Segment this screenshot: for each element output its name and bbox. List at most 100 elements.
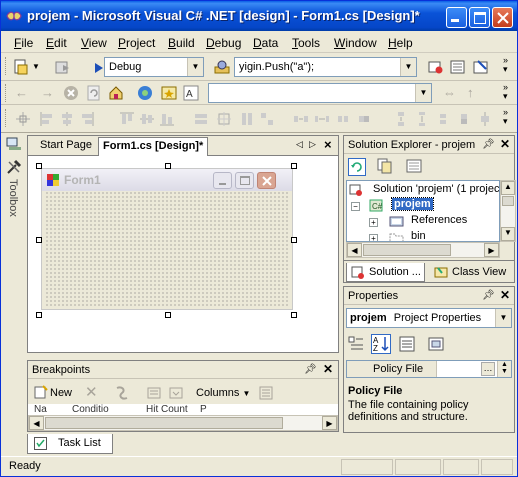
vertical-spacing-icon[interactable] — [393, 111, 409, 127]
scroll-tabs-left-icon[interactable]: ◁ — [296, 139, 303, 150]
horizontal-spacing-icon[interactable] — [293, 111, 309, 127]
chevron-down-icon[interactable]: ▼ — [495, 309, 511, 327]
tab-class-view[interactable]: Class View — [430, 263, 509, 282]
chevron-down-icon[interactable]: ▼ — [32, 62, 40, 71]
toolbar-grip[interactable] — [5, 57, 8, 75]
home-icon[interactable] — [108, 85, 124, 101]
align-middles-icon[interactable] — [139, 111, 155, 127]
object-selector-dropdown[interactable]: projem Project Properties ▼ — [346, 308, 512, 328]
chevron-down-icon[interactable]: ▼ — [415, 84, 431, 102]
toolbox-label[interactable]: Toolbox — [7, 179, 19, 217]
menu-project[interactable]: Project — [118, 36, 155, 50]
tab-form1-design[interactable]: Form1.cs [Design]* — [98, 137, 209, 156]
refresh-icon[interactable] — [348, 158, 366, 176]
scroll-left-icon[interactable]: ◀ — [347, 243, 362, 257]
font-size-icon[interactable]: A — [183, 85, 199, 101]
new-project-icon[interactable] — [13, 59, 29, 75]
scroll-tabs-right-icon[interactable]: ▷ — [309, 139, 316, 150]
new-breakpoint-icon[interactable] — [34, 385, 48, 399]
resize-handle[interactable] — [36, 237, 42, 243]
scroll-thumb[interactable] — [45, 417, 283, 429]
disable-breakpoint-icon[interactable] — [114, 385, 130, 401]
column-header-p[interactable]: P — [200, 404, 207, 415]
server-explorer-icon[interactable] — [6, 137, 22, 151]
breakpoints-title-bar[interactable]: Breakpoints 📌︎ ✕ — [28, 361, 338, 379]
refresh-icon[interactable] — [86, 85, 102, 101]
pin-icon[interactable]: 📌︎ — [482, 139, 495, 150]
menu-build[interactable]: Build — [168, 36, 195, 50]
increase-vertical-spacing-icon[interactable] — [414, 111, 430, 127]
menu-window[interactable]: Window — [334, 36, 377, 50]
decrease-vertical-spacing-icon[interactable] — [435, 111, 451, 127]
toolbox-icon[interactable] — [473, 59, 489, 75]
alphabetical-icon[interactable]: AZ — [371, 334, 391, 354]
resize-handle[interactable] — [291, 163, 297, 169]
scroll-thumb[interactable] — [502, 196, 514, 206]
add-item-icon[interactable] — [55, 59, 71, 75]
properties-title-bar[interactable]: Properties 📌︎ ✕ — [344, 287, 514, 305]
increase-horizontal-spacing-icon[interactable] — [314, 111, 330, 127]
toolbox-icon[interactable] — [6, 159, 22, 175]
toolbar-grip[interactable] — [5, 84, 8, 102]
title-bar[interactable]: projem - Microsoft Visual C# .NET [desig… — [1, 1, 517, 31]
maximize-button[interactable] — [469, 7, 490, 28]
align-rights-icon[interactable] — [79, 111, 95, 127]
scroll-thumb[interactable] — [363, 244, 451, 256]
breakpoint-properties-icon[interactable] — [258, 385, 274, 401]
goto-disassembly-icon[interactable] — [168, 385, 184, 401]
resize-handle[interactable] — [291, 312, 297, 318]
expand-icon[interactable]: + — [369, 234, 378, 241]
delete-icon[interactable]: ✕ — [85, 383, 98, 401]
stop-icon[interactable] — [63, 85, 79, 101]
solution-explorer-icon[interactable] — [428, 59, 444, 75]
tab-task-list[interactable]: Task List — [27, 434, 113, 454]
align-bottoms-icon[interactable] — [159, 111, 175, 127]
menu-edit[interactable]: Edit — [46, 36, 67, 50]
resize-handle[interactable] — [36, 312, 42, 318]
find-combo[interactable]: yigin.Push("a"); ▼ — [234, 57, 417, 77]
column-header-hit-count[interactable]: Hit Count — [146, 404, 188, 415]
menu-tools[interactable]: Tools — [292, 36, 320, 50]
menu-debug[interactable]: Debug — [206, 36, 241, 50]
find-icon[interactable] — [214, 59, 230, 75]
chevron-down-icon[interactable]: ▼ — [400, 58, 416, 76]
form1-client-area[interactable] — [45, 191, 289, 307]
align-tops-icon[interactable] — [119, 111, 135, 127]
resize-handle[interactable] — [165, 312, 171, 318]
up-arrow-icon[interactable]: ↑ — [467, 85, 474, 100]
form-minimize-button[interactable] — [213, 172, 232, 189]
form-maximize-button[interactable] — [235, 172, 254, 189]
back-icon[interactable]: ← — [15, 85, 28, 100]
make-same-width-icon[interactable] — [193, 111, 209, 127]
chevron-down-icon[interactable]: ▼ — [187, 58, 203, 76]
align-centers-icon[interactable] — [59, 111, 75, 127]
scroll-up-icon[interactable]: ▲ — [501, 181, 515, 195]
web-search-icon[interactable] — [137, 85, 153, 101]
properties-icon[interactable] — [406, 158, 422, 174]
resize-handle[interactable] — [165, 163, 171, 169]
scroll-down-icon[interactable]: ▼ — [501, 227, 515, 241]
property-row-policy-file[interactable]: Policy File … ▲ ▼ — [346, 360, 512, 378]
make-same-size-icon[interactable] — [259, 111, 275, 127]
navigate-icon[interactable]: ⇔ — [443, 85, 456, 100]
categorized-icon[interactable] — [348, 336, 364, 352]
toolbar-overflow-icon[interactable]: » ▾ — [503, 108, 508, 126]
expand-icon[interactable]: + — [369, 218, 378, 227]
property-pages-icon[interactable] — [428, 336, 444, 352]
toolbar-overflow-icon[interactable]: » ▾ — [503, 83, 508, 101]
form-close-button[interactable] — [257, 172, 276, 189]
tab-solution-explorer[interactable]: Solution ... — [346, 263, 425, 282]
menu-data[interactable]: Data — [253, 36, 278, 50]
favorites-icon[interactable] — [161, 85, 177, 101]
browse-button[interactable]: … — [481, 362, 495, 376]
show-all-files-icon[interactable] — [377, 158, 393, 174]
properties-icon[interactable] — [450, 59, 466, 75]
form-designer-surface[interactable]: Form1 — [28, 156, 338, 352]
new-breakpoint-button[interactable]: New — [50, 387, 72, 399]
menu-view[interactable]: View — [81, 36, 107, 50]
make-same-height-icon[interactable] — [239, 111, 255, 127]
scroll-left-icon[interactable]: ◀ — [29, 416, 44, 430]
align-lefts-icon[interactable] — [39, 111, 55, 127]
menu-help[interactable]: Help — [388, 36, 413, 50]
close-panel-icon[interactable]: ✕ — [500, 137, 510, 151]
